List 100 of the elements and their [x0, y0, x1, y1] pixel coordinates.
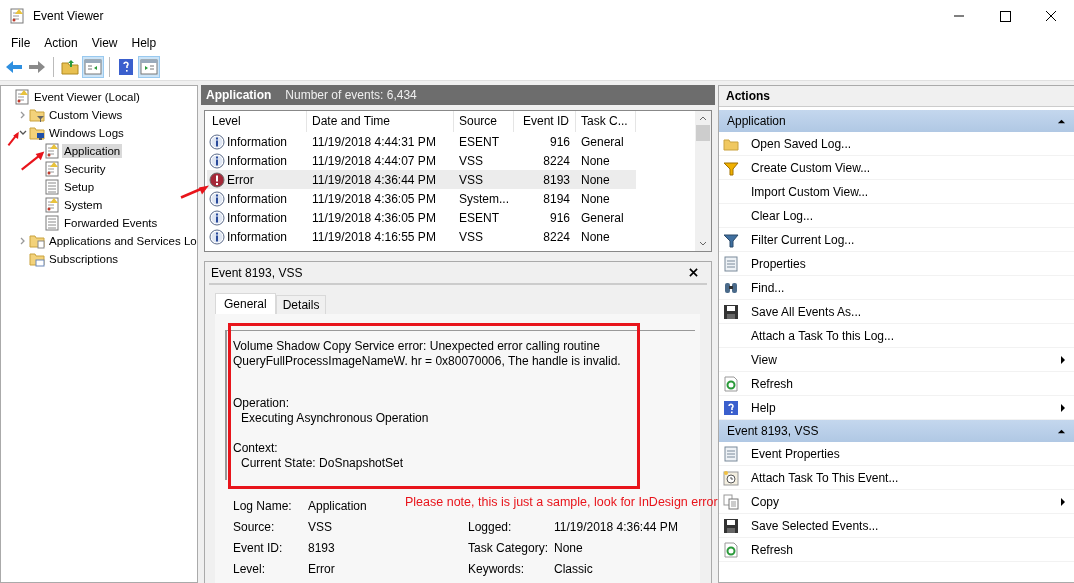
filter-icon	[723, 231, 739, 248]
table-cell: Information	[227, 210, 288, 225]
action-link[interactable]: Clear Log...	[751, 208, 814, 223]
event-log-icon	[9, 8, 25, 24]
action-link[interactable]: Help	[751, 400, 776, 415]
section-header[interactable]: Event 8193, VSS	[719, 420, 1074, 442]
message-text: Volume Shadow Copy Service error: Unexpected error calling routine QueryFullProcessImageNameW. hr = 0x80070006, The handle is invalid.	[233, 339, 622, 369]
action-link[interactable]: Refresh	[751, 376, 794, 391]
field-value: Application	[308, 499, 367, 513]
action-link[interactable]: Save All Events As...	[751, 304, 862, 319]
event-title: Event 8193, VSS	[211, 265, 303, 280]
refresh-icon	[723, 375, 739, 392]
folder-up-icon[interactable]	[60, 57, 80, 77]
field-label: Source:	[233, 520, 275, 534]
tab[interactable]: Details	[275, 295, 327, 314]
table-cell: None	[581, 229, 610, 244]
clock-icon	[723, 469, 739, 486]
action-link[interactable]: Create Custom View...	[751, 160, 871, 175]
field-value: 11/19/2018 4:36:44 PM	[554, 520, 678, 534]
show-hide-tree-icon[interactable]	[83, 57, 103, 77]
table-cell: ESENT	[459, 210, 499, 225]
menu-item[interactable]: Help	[124, 34, 164, 52]
column-header[interactable]: Task C...	[576, 111, 636, 132]
scrollbar[interactable]	[695, 111, 711, 251]
tree-item[interactable]: Security	[62, 162, 108, 176]
tree-item[interactable]: Event Viewer (Local)	[32, 90, 142, 104]
table-cell: None	[581, 153, 610, 168]
table-cell: 8194	[543, 191, 570, 206]
log-icon	[44, 179, 60, 195]
scroll-thumb[interactable]	[696, 125, 710, 141]
table-cell: ESENT	[459, 134, 499, 149]
table-cell: Information	[227, 229, 288, 244]
tree-item[interactable]: Subscriptions	[47, 252, 121, 266]
action-link[interactable]: Import Custom View...	[751, 184, 869, 199]
table-cell: 8193	[543, 172, 570, 187]
action-link[interactable]: Attach a Task To this Log...	[751, 328, 894, 343]
field-label: Log Name:	[233, 499, 292, 513]
table-cell: 916	[549, 210, 570, 225]
field-value: None	[554, 541, 583, 555]
help-icon[interactable]	[116, 57, 136, 77]
tree-item[interactable]: System	[62, 198, 105, 212]
action-link[interactable]: Properties	[751, 256, 806, 271]
section-label: Context:	[233, 441, 279, 456]
log-icon	[44, 143, 60, 159]
event-row[interactable]: Information 11/19/2018 4:44:31 PM ESENT 916 General	[207, 132, 636, 151]
event-row[interactable]: Information 11/19/2018 4:36:05 PM ESENT 916 General	[207, 208, 636, 227]
log-icon	[44, 197, 60, 213]
action-link[interactable]: Refresh	[751, 542, 794, 557]
tree-item[interactable]: Forwarded Events	[62, 216, 160, 230]
event-row[interactable]: Error 11/19/2018 4:36:44 PM VSS 8193 None	[207, 170, 636, 189]
action-link[interactable]: Event Properties	[751, 446, 840, 461]
table-cell: 916	[549, 134, 570, 149]
table-cell: 11/19/2018 4:36:05 PM	[312, 191, 436, 206]
field-value: VSS	[308, 520, 332, 534]
close-icon[interactable]	[689, 268, 698, 277]
tree-item[interactable]: Applications and Services Lo	[47, 234, 199, 248]
action-link[interactable]: Filter Current Log...	[751, 232, 855, 247]
log-icon	[44, 161, 60, 177]
properties-icon	[723, 255, 739, 272]
action-link[interactable]: View	[751, 352, 777, 367]
action-link[interactable]: Save Selected Events...	[751, 518, 879, 533]
table-cell: 11/19/2018 4:36:05 PM	[312, 210, 436, 225]
event-row[interactable]: Information 11/19/2018 4:16:55 PM VSS 8224 None	[207, 227, 636, 246]
tree-item[interactable]: Application	[62, 144, 123, 158]
table-cell: Information	[227, 134, 288, 149]
show-hide-action-pane-icon[interactable]	[139, 57, 159, 77]
field-label: Logged:	[468, 520, 512, 534]
column-header[interactable]: Source	[454, 111, 514, 132]
column-header[interactable]: Date and Time	[307, 111, 454, 132]
tree-item[interactable]: Custom Views	[47, 108, 125, 122]
copy-icon	[723, 493, 739, 510]
action-link[interactable]: Find...	[751, 280, 785, 295]
section-value: Current State: DoSnapshotSet	[240, 456, 405, 471]
menu-item[interactable]: File	[4, 34, 38, 52]
filter-icon	[723, 159, 739, 176]
table-cell: General	[581, 134, 624, 149]
event-count: Number of events: 6,434	[285, 88, 417, 102]
log-icon	[14, 89, 30, 105]
table-cell: General	[581, 210, 624, 225]
folder-computer-icon	[29, 125, 45, 141]
column-header[interactable]: Event ID	[514, 111, 576, 132]
menu-item[interactable]: Action	[37, 34, 85, 52]
event-row[interactable]: Information 11/19/2018 4:36:05 PM System... 8194 None	[207, 189, 636, 208]
menu-item[interactable]: View	[84, 34, 125, 52]
action-link[interactable]: Attach Task To This Event...	[751, 470, 899, 485]
tab[interactable]: General	[215, 293, 276, 314]
table-cell: 11/19/2018 4:44:31 PM	[312, 134, 436, 149]
properties-icon	[723, 445, 739, 462]
table-cell: Information	[227, 153, 288, 168]
tree-item[interactable]: Setup	[62, 180, 97, 194]
column-header[interactable]: Level	[207, 111, 307, 132]
section-header[interactable]: Application	[719, 110, 1074, 132]
action-link[interactable]: Copy	[751, 494, 779, 509]
field-value: Error	[308, 562, 335, 576]
event-row[interactable]: Information 11/19/2018 4:44:07 PM VSS 8224 None	[207, 151, 636, 170]
tree-item[interactable]: Windows Logs	[47, 126, 126, 140]
table-cell: VSS	[459, 172, 483, 187]
help-icon	[723, 399, 739, 416]
folder-icon	[29, 233, 45, 249]
action-link[interactable]: Open Saved Log...	[751, 136, 852, 151]
